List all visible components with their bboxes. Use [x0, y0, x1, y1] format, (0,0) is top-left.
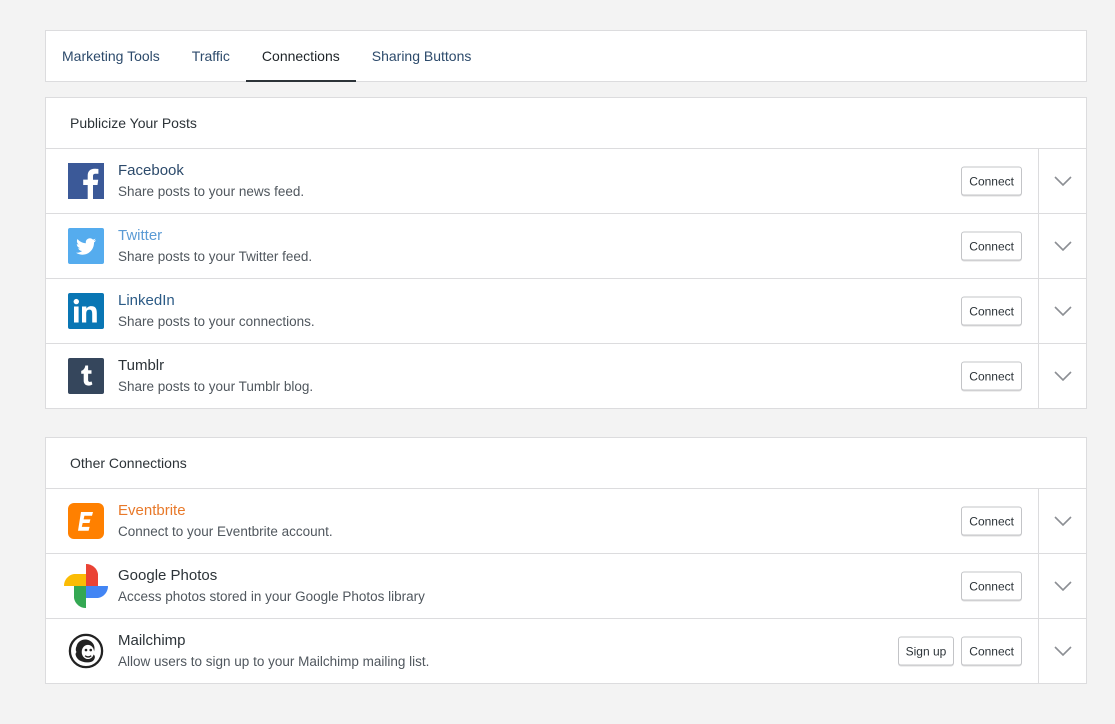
- service-description: Access photos stored in your Google Phot…: [118, 588, 425, 604]
- expand-google-photos-toggle[interactable]: [1038, 554, 1086, 618]
- connect-facebook-button[interactable]: Connect: [961, 166, 1022, 196]
- service-description: Share posts to your Twitter feed.: [118, 248, 313, 264]
- other-connections-card: Other Connections Eventbrite Connect to …: [45, 437, 1087, 684]
- linkedin-icon: [68, 293, 104, 329]
- service-row-mailchimp: Mailchimp Allow users to sign up to your…: [46, 619, 1086, 683]
- service-name: Eventbrite: [118, 501, 186, 519]
- tumblr-icon: [68, 358, 104, 394]
- service-name: LinkedIn: [118, 291, 175, 309]
- chevron-down-icon: [1053, 516, 1072, 526]
- other-connections-header: Other Connections: [46, 438, 1086, 489]
- connect-tumblr-button[interactable]: Connect: [961, 361, 1022, 391]
- mailchimp-icon: [68, 633, 104, 669]
- expand-mailchimp-toggle[interactable]: [1038, 619, 1086, 683]
- service-name: Facebook: [118, 161, 184, 179]
- expand-twitter-toggle[interactable]: [1038, 214, 1086, 278]
- service-row-facebook: Facebook Share posts to your news feed. …: [46, 149, 1086, 214]
- google-photos-icon: [62, 562, 110, 610]
- service-row-eventbrite: Eventbrite Connect to your Eventbrite ac…: [46, 489, 1086, 554]
- section-tabs: Marketing Tools Traffic Connections Shar…: [45, 30, 1087, 82]
- tab-sharing-buttons[interactable]: Sharing Buttons: [356, 31, 488, 82]
- chevron-down-icon: [1053, 176, 1072, 186]
- twitter-icon: [68, 228, 104, 264]
- expand-eventbrite-toggle[interactable]: [1038, 489, 1086, 553]
- tab-connections[interactable]: Connections: [245, 31, 356, 82]
- expand-tumblr-toggle[interactable]: [1038, 344, 1086, 408]
- service-description: Share posts to your connections.: [118, 313, 315, 329]
- service-description: Allow users to sign up to your Mailchimp…: [118, 653, 430, 669]
- service-row-tumblr: Tumblr Share posts to your Tumblr blog. …: [46, 344, 1086, 408]
- publicize-header: Publicize Your Posts: [46, 98, 1086, 149]
- service-description: Connect to your Eventbrite account.: [118, 523, 333, 539]
- service-description: Share posts to your Tumblr blog.: [118, 378, 314, 394]
- connect-eventbrite-button[interactable]: Connect: [961, 506, 1022, 536]
- service-row-linkedin: LinkedIn Share posts to your connections…: [46, 279, 1086, 344]
- chevron-down-icon: [1053, 646, 1072, 656]
- chevron-down-icon: [1053, 371, 1072, 381]
- tab-marketing-tools[interactable]: Marketing Tools: [46, 31, 176, 82]
- chevron-down-icon: [1053, 581, 1072, 591]
- eventbrite-icon: [68, 503, 104, 539]
- expand-facebook-toggle[interactable]: [1038, 149, 1086, 213]
- tab-traffic[interactable]: Traffic: [176, 31, 246, 82]
- connect-mailchimp-button[interactable]: Connect: [961, 636, 1022, 666]
- service-name: Google Photos: [118, 566, 218, 584]
- service-name: Twitter: [118, 226, 163, 244]
- publicize-card: Publicize Your Posts Facebook Share post…: [45, 97, 1087, 409]
- signup-mailchimp-button[interactable]: Sign up: [897, 636, 955, 666]
- service-name: Mailchimp: [118, 631, 186, 649]
- chevron-down-icon: [1053, 306, 1072, 316]
- service-description: Share posts to your news feed.: [118, 183, 305, 199]
- chevron-down-icon: [1053, 241, 1072, 251]
- expand-linkedin-toggle[interactable]: [1038, 279, 1086, 343]
- connect-google-photos-button[interactable]: Connect: [961, 571, 1022, 601]
- service-row-twitter: Twitter Share posts to your Twitter feed…: [46, 214, 1086, 279]
- service-row-google-photos: Google Photos Access photos stored in yo…: [46, 554, 1086, 619]
- connect-twitter-button[interactable]: Connect: [961, 231, 1022, 261]
- connect-linkedin-button[interactable]: Connect: [961, 296, 1022, 326]
- service-name: Tumblr: [118, 356, 165, 374]
- facebook-icon: [68, 163, 104, 199]
